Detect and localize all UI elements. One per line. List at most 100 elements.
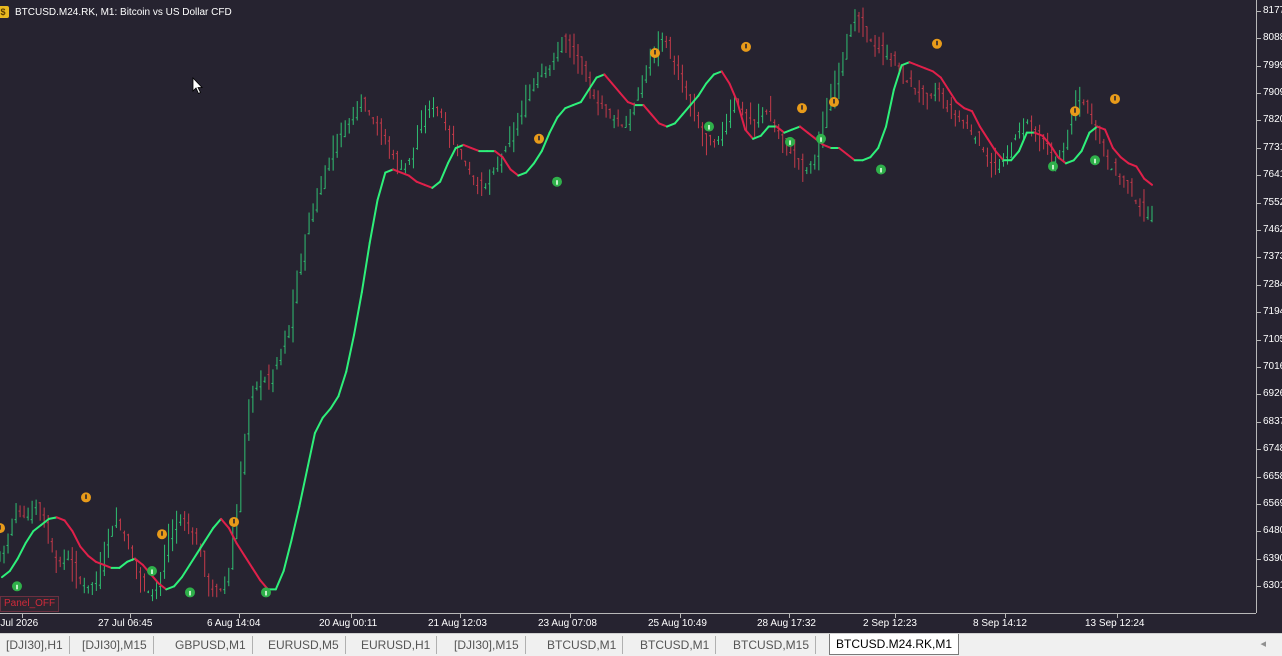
price-axis[interactable]: 8177 8088 7999 7909 7820 7731 7641 7552 7462 7373… [1256, 0, 1282, 613]
price-axis-label: 7284 [1263, 278, 1282, 290]
chart-tab[interactable]: GBPUSD,M1 [169, 636, 253, 654]
trend-line-segment [298, 468, 309, 508]
buy-signal-icon[interactable] [704, 121, 714, 132]
buy-signal-icon[interactable] [185, 587, 195, 598]
price-axis-label: 7016 [1263, 360, 1282, 372]
sell-signal-icon[interactable] [932, 38, 942, 49]
chart-title: BTCUSD.M24.RK, M1: Bitcoin vs US Dollar … [15, 6, 232, 18]
trend-line-segment [798, 125, 809, 134]
chart-tab[interactable]: [DJI30],M15 [76, 636, 154, 654]
trend-line-segment [470, 147, 481, 153]
buy-signal-icon[interactable] [816, 133, 826, 144]
price-axis-label: 7462 [1263, 224, 1282, 236]
trend-line-segment [431, 180, 442, 189]
trend-line-segment [212, 517, 223, 530]
time-axis[interactable]: 5 Jul 2026 27 Jul 06:45 6 Aug 14:04 20 Aug … [0, 613, 1256, 634]
chart-tab[interactable]: EURUSD,M5 [262, 636, 346, 654]
time-axis-label: 13 Sep 12:24 [1085, 618, 1145, 629]
buy-signal-icon[interactable] [261, 587, 271, 598]
price-axis-tick [1257, 531, 1261, 533]
time-axis-label: 21 Aug 12:03 [428, 618, 487, 629]
price-axis-label: 6926 [1263, 388, 1282, 400]
chart-area[interactable] [0, 0, 1256, 613]
sell-signal-icon[interactable] [1110, 93, 1120, 104]
price-axis-tick [1257, 503, 1261, 505]
trend-line-segment [673, 113, 684, 125]
trend-line-segment [525, 162, 535, 174]
sell-signal-icon[interactable] [650, 47, 660, 58]
trend-line-segment [462, 143, 473, 150]
trend-line-segment [446, 147, 457, 165]
trend-line-segment [306, 432, 316, 471]
buy-signal-icon[interactable] [12, 581, 22, 592]
price-axis-label: 6301 [1263, 580, 1282, 591]
trend-line-segment [728, 82, 739, 104]
time-axis-label: 8 Sep 14:12 [973, 618, 1027, 629]
sell-signal-icon[interactable] [534, 133, 544, 144]
trend-line-segment [783, 128, 794, 134]
trend-line-segment [845, 153, 856, 162]
sell-signal-icon[interactable] [829, 97, 839, 108]
trend-line-segment [1096, 125, 1107, 131]
price-chart[interactable] [0, 0, 1256, 613]
buy-signal-icon[interactable] [1090, 155, 1100, 166]
price-axis-label: 7731 [1263, 141, 1282, 153]
price-axis-label: 6837 [1263, 415, 1282, 427]
time-axis-label: 2 Sep 12:23 [863, 618, 917, 629]
price-axis-label: 7641 [1263, 169, 1282, 181]
trend-line-segment [712, 70, 723, 76]
trend-line-segment [744, 128, 755, 140]
trend-line-segment [971, 110, 981, 128]
trend-line-segment [885, 88, 895, 128]
trend-line-segment [665, 122, 676, 128]
trend-line-segment [532, 150, 543, 165]
buy-signal-icon[interactable] [147, 565, 157, 576]
price-axis-label: 6748 [1263, 442, 1282, 454]
chart-tab[interactable]: BTCUSD.M24.RK,M1 [829, 634, 960, 655]
trend-line-segment [399, 171, 410, 177]
trend-line-segment [877, 125, 888, 150]
trend-line-segment [681, 104, 692, 116]
trend-line-segment [126, 557, 136, 563]
trend-line-segment [1018, 131, 1028, 153]
trend-line-segment [454, 143, 465, 150]
trend-line-segment [1143, 177, 1153, 186]
sell-signal-icon[interactable] [797, 103, 807, 114]
buy-signal-icon[interactable] [1048, 161, 1058, 172]
trend-line-segment [376, 171, 387, 202]
chart-tab[interactable]: EURUSD,H1 [355, 636, 438, 654]
chart-tab[interactable]: [DJI30],H1 [0, 636, 70, 654]
sell-signal-icon[interactable] [741, 41, 751, 52]
sell-signal-icon[interactable] [81, 492, 91, 503]
panel-off-button[interactable]: Panel_OFF [0, 596, 60, 612]
chart-tab[interactable]: BTCUSD,M15 [727, 636, 817, 654]
trend-line-segment [235, 542, 246, 557]
trend-line-segment [775, 125, 786, 134]
price-axis-tick [1257, 38, 1261, 40]
trend-line-segment [650, 113, 661, 125]
trend-line-segment [838, 147, 848, 156]
trend-line-segment [1135, 165, 1146, 180]
price-axis-tick [1257, 339, 1261, 341]
price-axis-tick [1257, 312, 1261, 314]
sell-signal-icon[interactable] [1070, 106, 1080, 117]
sell-signal-icon[interactable] [229, 516, 239, 527]
buy-signal-icon[interactable] [785, 136, 795, 147]
trend-line-segment [900, 61, 911, 67]
trend-line-segment [423, 183, 434, 189]
price-axis-tick [1257, 586, 1261, 587]
chart-tab[interactable]: BTCUSD,M1 [634, 636, 717, 654]
chart-tab[interactable]: BTCUSD,M1 [541, 636, 624, 654]
chart-title-bar: $ BTCUSD.M24.RK, M1: Bitcoin vs US Dolla… [0, 4, 232, 20]
trend-line-segment [173, 576, 183, 588]
trend-line-segment [353, 291, 363, 336]
tabs-scroll-left-icon[interactable]: ◂ [1260, 637, 1266, 650]
sell-signal-icon[interactable] [157, 529, 167, 540]
sell-signal-icon[interactable] [0, 523, 5, 534]
buy-signal-icon[interactable] [552, 176, 562, 187]
chart-tab[interactable]: [DJI30],M15 [448, 636, 526, 654]
trend-line-segment [806, 131, 817, 140]
trend-line-segment [556, 107, 567, 119]
price-axis-label: 7105 [1263, 333, 1282, 345]
buy-signal-icon[interactable] [876, 164, 886, 175]
